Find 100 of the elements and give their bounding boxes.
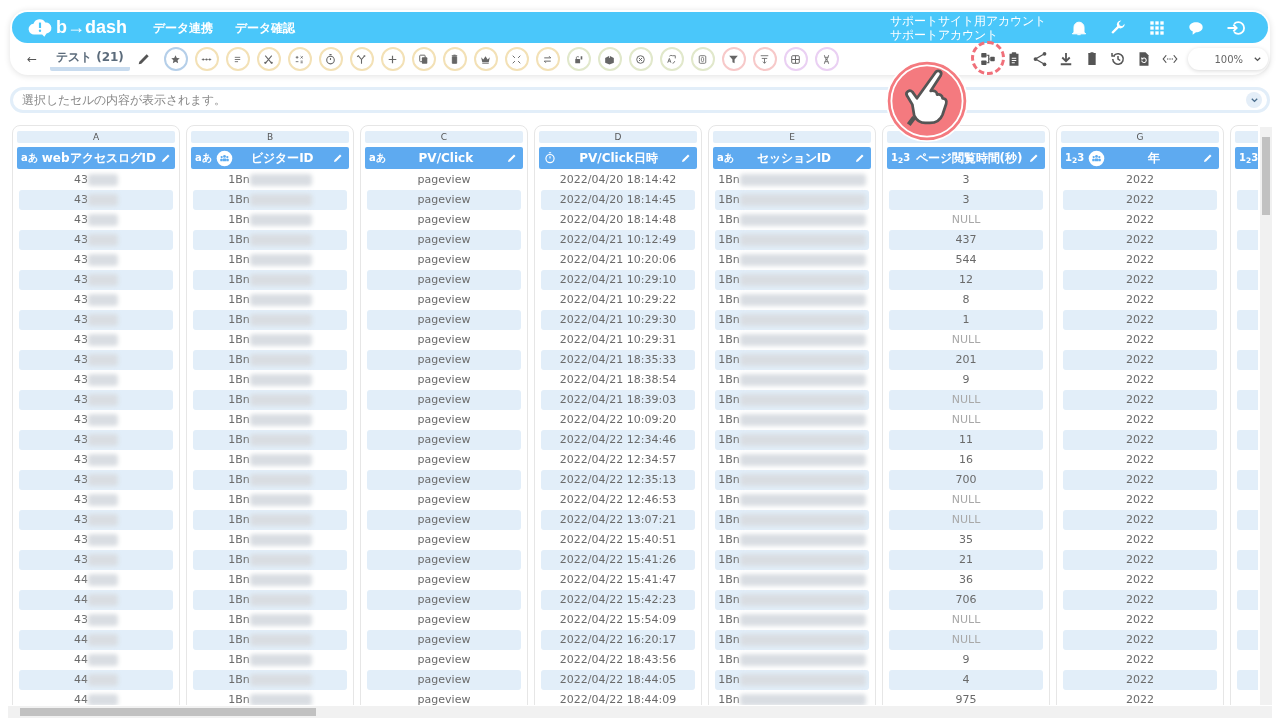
column-header[interactable]: aあ セッションID xyxy=(713,147,871,169)
table-cell[interactable]: pageview xyxy=(367,690,521,705)
table-cell[interactable]: 700 xyxy=(889,470,1043,490)
table-cell[interactable]: 44 xyxy=(19,670,173,690)
table-cell[interactable]: 44 xyxy=(19,590,173,610)
back-button[interactable]: ← xyxy=(22,50,42,68)
table-cell[interactable]: 43 xyxy=(19,490,173,510)
table-cell[interactable]: pageview xyxy=(367,610,521,630)
table-cell[interactable]: 1Bn xyxy=(193,690,347,705)
table-cell[interactable]: 1Bn xyxy=(715,510,869,530)
table-cell[interactable]: 1Bn xyxy=(193,350,347,370)
table-cell[interactable]: 2022/04/22 13:07:21 xyxy=(541,510,695,530)
table-cell[interactable]: 2022 xyxy=(1063,330,1217,350)
table-cell[interactable]: 43 xyxy=(19,450,173,470)
table-cell[interactable]: 1Bn xyxy=(715,650,869,670)
horizontal-scrollbar[interactable] xyxy=(8,706,1272,718)
table-cell[interactable]: 9 xyxy=(889,370,1043,390)
table-cell[interactable]: 44 xyxy=(19,630,173,650)
table-cell[interactable]: 11 xyxy=(889,430,1043,450)
table-cell[interactable]: 8 xyxy=(889,290,1043,310)
table-cell[interactable]: 2022 xyxy=(1063,510,1217,530)
table-cell[interactable]: 43 xyxy=(19,210,173,230)
table-cell[interactable]: 2022 xyxy=(1063,230,1217,250)
table-cell[interactable]: 2022/04/21 10:29:31 xyxy=(541,330,695,350)
table-cell[interactable]: pageview xyxy=(367,270,521,290)
table-cell[interactable]: 1Bn xyxy=(193,170,347,190)
table-cell[interactable]: 2022/04/21 10:20:06 xyxy=(541,250,695,270)
table-cell[interactable]: 2022 xyxy=(1063,570,1217,590)
table-cell[interactable]: 1Bn xyxy=(193,270,347,290)
table-cell[interactable]: pageview xyxy=(367,230,521,250)
table-cell[interactable]: 1Bn xyxy=(193,230,347,250)
table-cell[interactable]: 1Bn xyxy=(715,470,869,490)
table-cell[interactable]: 43 xyxy=(19,270,173,290)
table-cell[interactable]: 35 xyxy=(889,530,1043,550)
table-cell[interactable]: 2022/04/22 18:43:56 xyxy=(541,650,695,670)
table-cell[interactable]: 2022 xyxy=(1063,550,1217,570)
table-cell[interactable]: 1Bn xyxy=(715,230,869,250)
table-cell[interactable]: pageview xyxy=(367,670,521,690)
table-cell[interactable]: pageview xyxy=(367,550,521,570)
table-cell[interactable]: 2022/04/22 15:54:09 xyxy=(541,610,695,630)
table-cell[interactable]: 43 xyxy=(19,310,173,330)
table-cell[interactable]: pageview xyxy=(367,590,521,610)
table-cell[interactable]: 2022/04/21 10:29:30 xyxy=(541,310,695,330)
table-cell[interactable]: 43 xyxy=(19,170,173,190)
table-cell[interactable]: 2022/04/22 12:34:46 xyxy=(541,430,695,450)
table-cell[interactable]: 1Bn xyxy=(715,630,869,650)
column-header[interactable]: PV/Click日時 xyxy=(539,147,697,169)
table-cell[interactable]: 2022 xyxy=(1063,610,1217,630)
sheet-tab[interactable]: テスト (21) xyxy=(50,47,130,71)
table-cell[interactable]: 2022/04/22 12:34:57 xyxy=(541,450,695,470)
column-header[interactable]: aあ ビジターID xyxy=(191,147,349,169)
table-cell[interactable]: 2022/04/21 18:39:03 xyxy=(541,390,695,410)
table-cell[interactable]: 2022 xyxy=(1063,250,1217,270)
table-cell[interactable]: 1Bn xyxy=(715,550,869,570)
table-cell[interactable]: pageview xyxy=(367,170,521,190)
table-cell[interactable]: 4 xyxy=(889,670,1043,690)
table-cell[interactable]: 43 xyxy=(19,230,173,250)
table-cell[interactable]: 2022/04/20 18:14:42 xyxy=(541,170,695,190)
column-header[interactable]: 1$_{2}$3 xyxy=(1235,147,1258,169)
table-cell[interactable]: 3 xyxy=(889,170,1043,190)
table-cell[interactable]: 2022 xyxy=(1063,390,1217,410)
table-cell[interactable]: 1Bn xyxy=(193,310,347,330)
table-cell[interactable]: 1Bn xyxy=(193,410,347,430)
table-cell[interactable]: pageview xyxy=(367,630,521,650)
table-cell[interactable]: pageview xyxy=(367,390,521,410)
table-cell[interactable]: pageview xyxy=(367,450,521,470)
table-cell[interactable]: 1Bn xyxy=(715,190,869,210)
table-cell[interactable]: 1Bn xyxy=(715,410,869,430)
table-cell[interactable]: 2022 xyxy=(1063,470,1217,490)
table-cell[interactable]: 43 xyxy=(19,390,173,410)
column-header[interactable]: aあ PV/Click xyxy=(365,147,523,169)
table-cell[interactable]: 1Bn xyxy=(193,450,347,470)
table-cell[interactable]: 1Bn xyxy=(715,370,869,390)
table-cell[interactable]: pageview xyxy=(367,430,521,450)
table-cell[interactable]: 1Bn xyxy=(715,430,869,450)
table-cell[interactable]: 2022 xyxy=(1063,410,1217,430)
table-cell[interactable]: 1Bn xyxy=(193,250,347,270)
table-cell[interactable]: pageview xyxy=(367,510,521,530)
table-cell[interactable]: 43 xyxy=(19,430,173,450)
table-cell[interactable]: 2022/04/22 16:20:17 xyxy=(541,630,695,650)
table-cell[interactable]: 1Bn xyxy=(715,170,869,190)
table-cell[interactable]: pageview xyxy=(367,530,521,550)
table-cell[interactable]: 1Bn xyxy=(193,290,347,310)
table-cell[interactable]: 1Bn xyxy=(193,210,347,230)
table-cell[interactable]: 2022/04/22 18:44:05 xyxy=(541,670,695,690)
table-cell[interactable]: 2022 xyxy=(1063,590,1217,610)
table-cell[interactable]: 1Bn xyxy=(715,670,869,690)
table-cell[interactable]: 437 xyxy=(889,230,1043,250)
table-cell[interactable]: 1Bn xyxy=(715,390,869,410)
table-cell[interactable]: 2022/04/22 15:41:47 xyxy=(541,570,695,590)
vertical-scrollbar[interactable] xyxy=(1260,127,1272,705)
table-cell[interactable]: 43 xyxy=(19,290,173,310)
table-cell[interactable]: 1Bn xyxy=(193,470,347,490)
column-header[interactable]: 1$_{2}$3 年 xyxy=(1061,147,1219,169)
table-cell[interactable]: 1Bn xyxy=(715,690,869,705)
table-cell[interactable]: 1Bn xyxy=(193,370,347,390)
table-cell[interactable]: pageview xyxy=(367,410,521,430)
table-cell[interactable]: 2022 xyxy=(1063,650,1217,670)
table-cell[interactable]: 43 xyxy=(19,610,173,630)
table-cell[interactable]: 2022/04/21 18:38:54 xyxy=(541,370,695,390)
